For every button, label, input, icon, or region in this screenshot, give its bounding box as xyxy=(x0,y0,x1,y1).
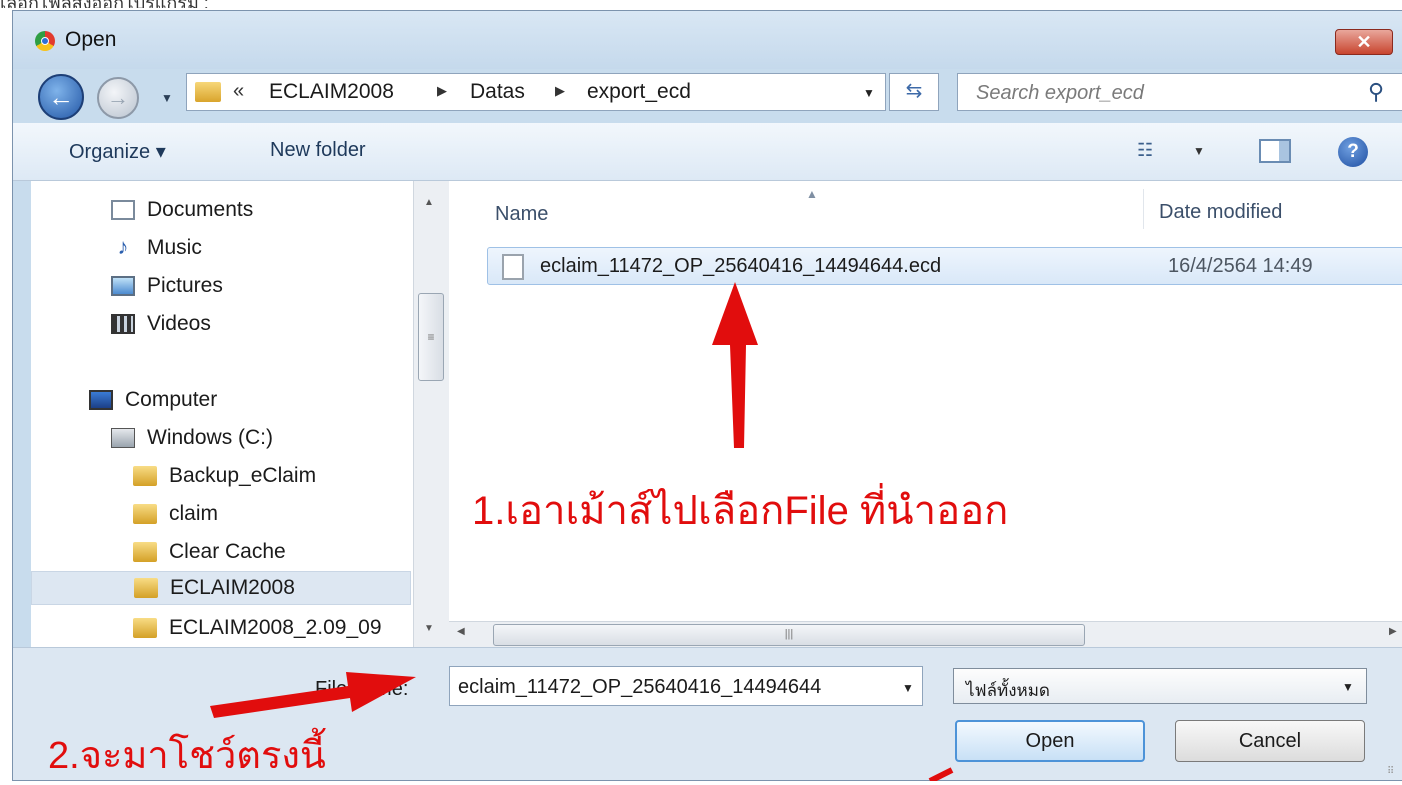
search-icon[interactable]: ⚲ xyxy=(1368,79,1384,105)
chevron-down-icon[interactable]: ▼ xyxy=(863,86,875,100)
file-type-select[interactable]: ไฟล์ทั้งหมด ▼ xyxy=(953,668,1367,704)
folder-icon xyxy=(133,504,157,524)
computer-icon xyxy=(89,390,113,410)
open-dialog: Open ✕ ← → ▼ « ECLAIM2008 ▶ Datas ▶ expo… xyxy=(12,10,1402,781)
breadcrumb-separator-icon[interactable]: ▶ xyxy=(555,83,565,99)
file-date-modified: 16/4/2564 14:49 xyxy=(1168,255,1313,277)
address-bar[interactable]: « ECLAIM2008 ▶ Datas ▶ export_ecd ▼ xyxy=(186,73,886,111)
sidebar-item-videos[interactable]: Videos xyxy=(111,307,211,341)
forward-arrow-icon[interactable]: → xyxy=(97,77,139,119)
sidebar-item-eclaim2008[interactable]: ECLAIM2008 xyxy=(31,571,411,605)
scroll-left-icon[interactable]: ◀ xyxy=(457,626,465,637)
scroll-thumb[interactable]: ≡ xyxy=(418,293,444,381)
file-icon xyxy=(502,254,524,280)
cancel-button[interactable]: Cancel xyxy=(1175,720,1365,762)
sidebar-item-claim[interactable]: claim xyxy=(133,497,218,531)
chrome-icon xyxy=(35,31,55,51)
drive-icon xyxy=(111,428,135,448)
column-divider[interactable] xyxy=(1143,189,1144,229)
window-title: Open xyxy=(65,28,117,51)
help-icon[interactable]: ? xyxy=(1338,137,1368,167)
resize-grip-icon[interactable]: ⠿ xyxy=(1387,766,1394,777)
column-header-name[interactable]: Name xyxy=(495,203,548,226)
search-box: ⚲ xyxy=(957,73,1402,112)
file-name-label: File name: xyxy=(315,678,409,700)
close-button[interactable]: ✕ xyxy=(1335,29,1393,55)
path-overflow[interactable]: « xyxy=(233,80,244,103)
chevron-down-icon[interactable]: ▼ xyxy=(902,681,914,695)
sidebar-item-clear-cache[interactable]: Clear Cache xyxy=(133,535,286,569)
back-arrow-icon[interactable]: ← xyxy=(38,74,84,120)
document-icon xyxy=(111,200,135,220)
annotation-step-1: 1.เอาเม้าส์ไปเลือกFile ที่นำออก xyxy=(472,489,1009,533)
column-header-date-modified[interactable]: Date modified xyxy=(1159,201,1282,224)
new-folder-button[interactable]: New folder xyxy=(270,139,366,162)
breadcrumb-datas[interactable]: Datas xyxy=(470,80,525,104)
sidebar-item-computer[interactable]: Computer xyxy=(89,383,217,417)
folder-icon xyxy=(133,618,157,638)
sidebar-item-documents[interactable]: Documents xyxy=(111,193,253,227)
scroll-right-icon[interactable]: ▶ xyxy=(1389,626,1397,637)
file-name-input[interactable] xyxy=(450,667,898,707)
chevron-down-icon[interactable]: ▼ xyxy=(1193,144,1205,158)
scroll-thumb[interactable]: ||| xyxy=(493,624,1085,646)
music-icon: ♪ xyxy=(117,234,129,259)
file-row[interactable]: eclaim_11472_OP_25640416_14494644.ecd 16… xyxy=(487,247,1402,285)
sort-indicator-icon: ▲ xyxy=(806,187,818,201)
folder-icon xyxy=(134,578,158,598)
open-button[interactable]: Open xyxy=(955,720,1145,762)
videos-icon xyxy=(111,314,135,334)
sidebar-item-music[interactable]: ♪ Music xyxy=(111,231,202,265)
file-type-value: ไฟล์ทั้งหมด xyxy=(966,681,1050,700)
pictures-icon xyxy=(111,276,135,296)
sidebar-item-windows-c[interactable]: Windows (C:) xyxy=(111,421,273,455)
horizontal-scrollbar[interactable]: ◀ ||| ▶ xyxy=(449,621,1402,647)
title-bar: Open ✕ xyxy=(13,11,1402,69)
sidebar-item-pictures[interactable]: Pictures xyxy=(111,269,223,303)
navigation-pane: Documents ♪ Music Pictures Videos Compute… xyxy=(31,181,431,647)
search-input[interactable] xyxy=(958,74,1368,112)
refresh-icon[interactable]: ⇆ xyxy=(889,73,939,111)
history-dropdown-icon[interactable]: ▼ xyxy=(161,91,173,105)
file-name: eclaim_11472_OP_25640416_14494644.ecd xyxy=(540,255,942,277)
nav-scrollbar[interactable]: ▲ ≡ ▼ xyxy=(413,181,449,647)
file-list: ▲ Name Date modified eclaim_11472_OP_256… xyxy=(449,181,1402,621)
folder-icon xyxy=(133,542,157,562)
view-options-icon[interactable]: ☷ xyxy=(1137,140,1153,161)
organize-button[interactable]: Organize ▾ xyxy=(69,139,166,164)
breadcrumb-eclaim2008[interactable]: ECLAIM2008 xyxy=(269,80,394,104)
page-caption: เลือกไฟล์ส่งออกโปรแกรม : xyxy=(0,0,1402,8)
sidebar-item-backup-eclaim[interactable]: Backup_eClaim xyxy=(133,459,316,493)
command-bar: Organize ▾ New folder ☷ ▼ ? xyxy=(13,123,1402,181)
folder-icon xyxy=(195,82,221,102)
sidebar-item-eclaim2008-2-09[interactable]: ECLAIM2008_2.09_09 xyxy=(133,611,382,645)
breadcrumb-export-ecd[interactable]: export_ecd xyxy=(587,80,691,104)
folder-icon xyxy=(133,466,157,486)
scroll-up-icon[interactable]: ▲ xyxy=(424,197,434,208)
scroll-down-icon[interactable]: ▼ xyxy=(424,623,434,634)
file-name-combobox: ▼ xyxy=(449,666,923,707)
breadcrumb-separator-icon[interactable]: ▶ xyxy=(437,83,447,99)
preview-pane-icon[interactable] xyxy=(1259,139,1291,163)
chevron-down-icon[interactable]: ▼ xyxy=(1342,680,1354,694)
annotation-step-2: 2.จะมาโชว์ตรงนี้ xyxy=(48,735,326,777)
